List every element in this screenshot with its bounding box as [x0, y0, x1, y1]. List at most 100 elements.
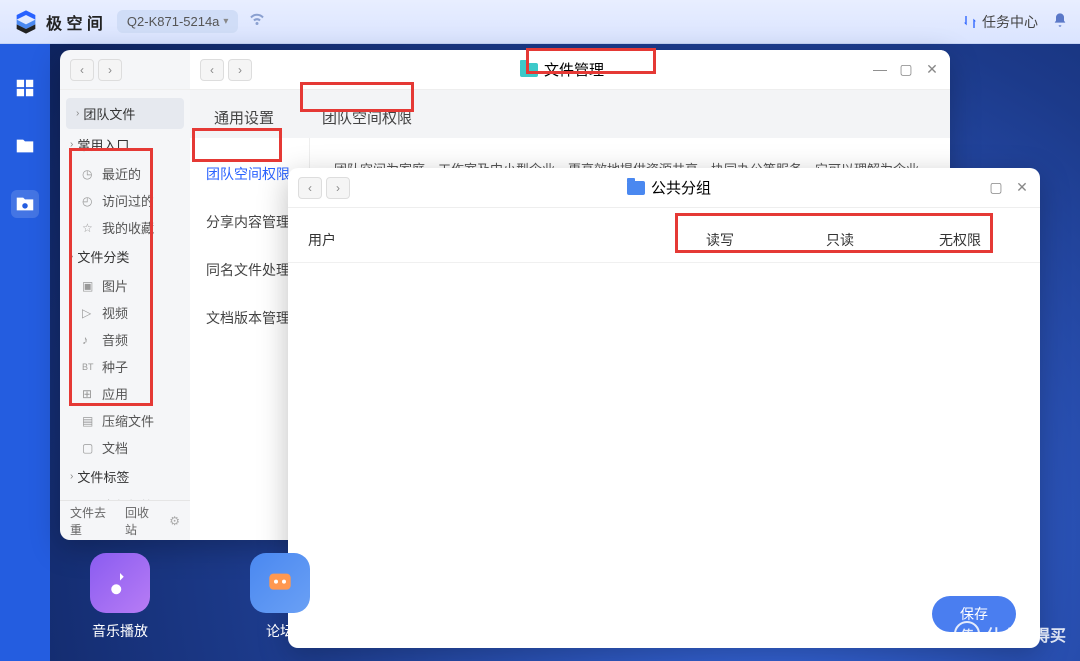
sidebar-recent[interactable]: ◷ 最近的 [60, 160, 190, 187]
nav-forward-button[interactable]: › [326, 177, 350, 199]
close-button[interactable]: ✕ [924, 61, 940, 78]
sidebar-common-entry[interactable]: › 常用入口 [60, 129, 190, 160]
brand-logo: 极 空 间 [12, 8, 103, 36]
sidebar-videos[interactable]: ▷ 视频 [60, 299, 190, 326]
sidebar-bt[interactable]: BT 种子 [60, 353, 190, 380]
footer-recycle[interactable]: 回收站 [125, 504, 157, 538]
sidebar-audio-label: 音频 [102, 330, 128, 349]
col-user: 用户 [308, 230, 660, 250]
col-readwrite: 读写 [660, 230, 780, 250]
chevron-down-icon: ▾ [223, 16, 228, 27]
device-name: Q2-K871-5214a [127, 14, 220, 29]
sidebar-file-tags[interactable]: › 文件标签 [60, 461, 190, 492]
fm-tabs: 通用设置 团队空间权限 [190, 90, 950, 138]
task-center-button[interactable]: 任务中心 [962, 12, 1038, 32]
watermark-text: 什么值得买 [986, 622, 1066, 646]
nav-forward-button[interactable]: › [98, 59, 122, 81]
sidebar-images[interactable]: ▣ 图片 [60, 272, 190, 299]
sidebar-audio[interactable]: ♪ 音频 [60, 326, 190, 353]
sidebar-docs[interactable]: ▢ 文档 [60, 434, 190, 461]
nav-forward-button[interactable]: › [228, 59, 252, 81]
sidebar-team-files-label: 团队文件 [83, 104, 135, 123]
sidebar-visited[interactable]: ◴ 访问过的 [60, 187, 190, 214]
sidebar-archive-label: 压缩文件 [102, 411, 154, 430]
sidebar-file-tags-label: 文件标签 [77, 467, 129, 486]
dock-dashboard[interactable] [11, 74, 39, 102]
clock-icon: ◷ [82, 167, 96, 181]
transfer-icon [962, 14, 978, 30]
chevron-right-icon: › [70, 471, 73, 482]
col-readonly: 只读 [780, 230, 900, 250]
app-forum[interactable]: 论坛 [250, 553, 310, 641]
dock-team[interactable] [11, 190, 39, 218]
app-music[interactable]: 音乐播放 [90, 553, 150, 641]
pg-title-text: 公共分组 [651, 177, 711, 198]
app-launcher: 音乐播放 论坛 [90, 553, 310, 641]
dock-files[interactable] [11, 132, 39, 160]
folder-icon [520, 63, 538, 77]
topbar-right: 任务中心 [962, 12, 1068, 32]
maximize-button[interactable]: ▢ [988, 179, 1004, 196]
audio-icon: ♪ [82, 333, 96, 347]
wifi-icon [248, 10, 266, 33]
sidebar-file-category[interactable]: › 文件分类 [60, 241, 190, 272]
sidebar-apps-label: 应用 [102, 384, 128, 403]
music-icon [90, 553, 150, 613]
brand-name: 极 空 间 [46, 10, 103, 34]
app-icon: ⊞ [82, 387, 96, 401]
nav-back-button[interactable]: ‹ [70, 59, 94, 81]
fm-title: 文件管理 [252, 59, 872, 80]
sidebar-archive[interactable]: ▤ 压缩文件 [60, 407, 190, 434]
folder-icon [627, 181, 645, 195]
sidebar-recent-label: 最近的 [102, 164, 141, 183]
bt-icon: BT [82, 362, 96, 372]
logo-icon [12, 8, 40, 36]
chevron-right-icon: › [70, 139, 73, 150]
image-icon: ▣ [82, 279, 96, 293]
nav-back-button[interactable]: ‹ [298, 177, 322, 199]
bell-icon[interactable] [1052, 12, 1068, 31]
pg-title: 公共分组 [350, 177, 988, 198]
footer-dedupe[interactable]: 文件去重 [70, 504, 113, 538]
watermark: 值 什么值得买 [954, 621, 1066, 647]
sidebar-visited-label: 访问过的 [102, 191, 154, 210]
tab-general[interactable]: 通用设置 [190, 97, 298, 138]
app-music-label: 音乐播放 [92, 621, 148, 641]
watermark-icon: 值 [954, 621, 980, 647]
maximize-button[interactable]: ▢ [898, 61, 914, 78]
pg-table-header: 用户 读写 只读 无权限 [288, 218, 1040, 263]
fm-header: ‹ › 文件管理 — ▢ ✕ [190, 50, 950, 90]
fm-title-text: 文件管理 [544, 59, 604, 80]
chevron-right-icon: › [76, 108, 79, 119]
sidebar-bt-label: 种子 [102, 357, 128, 376]
nav-back-button[interactable]: ‹ [200, 59, 224, 81]
sidebar-docs-label: 文档 [102, 438, 128, 457]
sidebar-apps[interactable]: ⊞ 应用 [60, 380, 190, 407]
sidebar-favorites-label: 我的收藏 [102, 218, 154, 237]
gear-icon[interactable]: ⚙ [169, 514, 180, 528]
minimize-button[interactable]: — [872, 61, 888, 78]
sidebar-team-files[interactable]: › 团队文件 [66, 98, 184, 129]
app-forum-label: 论坛 [266, 621, 294, 641]
video-icon: ▷ [82, 306, 96, 320]
sidebar-videos-label: 视频 [102, 303, 128, 322]
star-icon: ☆ [82, 221, 96, 235]
archive-icon: ▤ [82, 414, 96, 428]
left-dock [0, 44, 50, 661]
file-sidebar: › 团队文件 › 常用入口 ◷ 最近的 ◴ 访问过的 ☆ 我的收藏 › 文件分类 ▣ 图… [60, 90, 190, 500]
doc-icon: ▢ [82, 441, 96, 455]
device-selector[interactable]: Q2-K871-5214a ▾ [117, 10, 239, 33]
close-button[interactable]: ✕ [1014, 179, 1030, 196]
top-bar: 极 空 间 Q2-K871-5214a ▾ 任务中心 [0, 0, 1080, 44]
file-footer: 文件去重 回收站 ⚙ [60, 500, 190, 540]
chevron-right-icon: › [70, 251, 73, 262]
col-none: 无权限 [900, 230, 1020, 250]
sidebar-file-category-label: 文件分类 [77, 247, 129, 266]
sidebar-images-label: 图片 [102, 276, 128, 295]
sidebar-all-tags[interactable]: ◻全部标签 [60, 492, 190, 500]
tab-team-permission[interactable]: 团队空间权限 [298, 97, 436, 138]
forum-icon [250, 553, 310, 613]
sidebar-favorites[interactable]: ☆ 我的收藏 [60, 214, 190, 241]
task-center-label: 任务中心 [982, 12, 1038, 32]
history-icon: ◴ [82, 194, 96, 208]
